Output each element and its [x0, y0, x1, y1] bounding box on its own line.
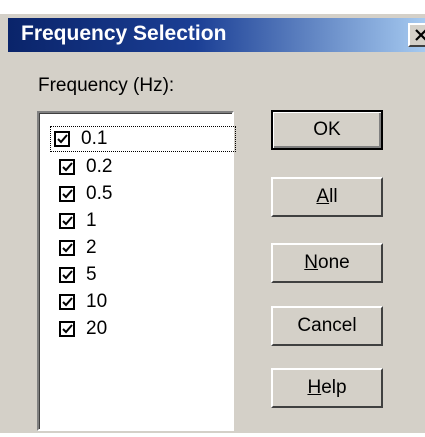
- close-icon: [415, 29, 425, 41]
- check-icon: [62, 189, 73, 199]
- check-icon: [57, 134, 68, 144]
- list-item[interactable]: 0.2: [53, 154, 233, 180]
- list-item-label: 20: [86, 318, 108, 339]
- list-item-label: 0.5: [86, 183, 113, 204]
- all-button-label: All: [316, 186, 337, 207]
- help-button-label: Help: [307, 377, 346, 398]
- title-bar[interactable]: Frequency Selection: [8, 18, 425, 52]
- frequency-listbox[interactable]: 0.1 0.2 0.5 1 2 5 10 20: [37, 111, 236, 431]
- list-item-label: 5: [86, 264, 97, 285]
- list-item-label: 0.1: [81, 128, 108, 149]
- none-mnemonic: N: [304, 252, 319, 273]
- list-item[interactable]: 0.1: [50, 126, 236, 152]
- ok-button[interactable]: OK: [271, 110, 383, 150]
- list-item[interactable]: 10: [53, 289, 233, 315]
- checkbox[interactable]: [59, 213, 75, 229]
- none-label-rest: one: [318, 252, 350, 273]
- list-item[interactable]: 1: [53, 208, 233, 234]
- check-icon: [62, 324, 73, 334]
- help-label-rest: elp: [321, 377, 347, 398]
- checkbox[interactable]: [59, 321, 75, 337]
- list-item[interactable]: 2: [53, 235, 233, 261]
- checkbox[interactable]: [59, 186, 75, 202]
- none-button-label: None: [304, 252, 349, 273]
- list-item[interactable]: 5: [53, 262, 233, 288]
- checkbox[interactable]: [59, 240, 75, 256]
- cancel-button[interactable]: Cancel: [271, 306, 383, 346]
- list-item-label: 0.2: [86, 156, 113, 177]
- none-button[interactable]: None: [271, 243, 383, 283]
- listbox-frame: 0.1 0.2 0.5 1 2 5 10 20: [39, 113, 236, 429]
- all-button[interactable]: All: [271, 177, 383, 217]
- list-item-label: 1: [86, 210, 97, 231]
- checkbox[interactable]: [59, 159, 75, 175]
- check-icon: [62, 297, 73, 307]
- checkbox[interactable]: [59, 267, 75, 283]
- ok-button-label: OK: [313, 119, 341, 140]
- check-icon: [62, 243, 73, 253]
- check-icon: [62, 270, 73, 280]
- list-item-label: 10: [86, 291, 108, 312]
- checkbox[interactable]: [54, 131, 70, 147]
- list-item[interactable]: 0.5: [53, 181, 233, 207]
- cancel-button-label: Cancel: [297, 315, 357, 336]
- check-icon: [62, 216, 73, 226]
- frequency-list-label: Frequency (Hz):: [38, 75, 175, 96]
- all-label-rest: ll: [329, 186, 338, 207]
- all-mnemonic: A: [316, 186, 330, 207]
- list-item[interactable]: 20: [53, 316, 233, 342]
- frequency-selection-dialog: Frequency Selection Frequency (Hz): 0.1 …: [0, 14, 425, 433]
- list-item-label: 2: [86, 237, 97, 258]
- help-button[interactable]: Help: [271, 368, 383, 408]
- close-button[interactable]: [408, 23, 425, 47]
- help-mnemonic: H: [307, 377, 322, 398]
- window-title: Frequency Selection: [21, 22, 227, 45]
- checkbox[interactable]: [59, 294, 75, 310]
- check-icon: [62, 162, 73, 172]
